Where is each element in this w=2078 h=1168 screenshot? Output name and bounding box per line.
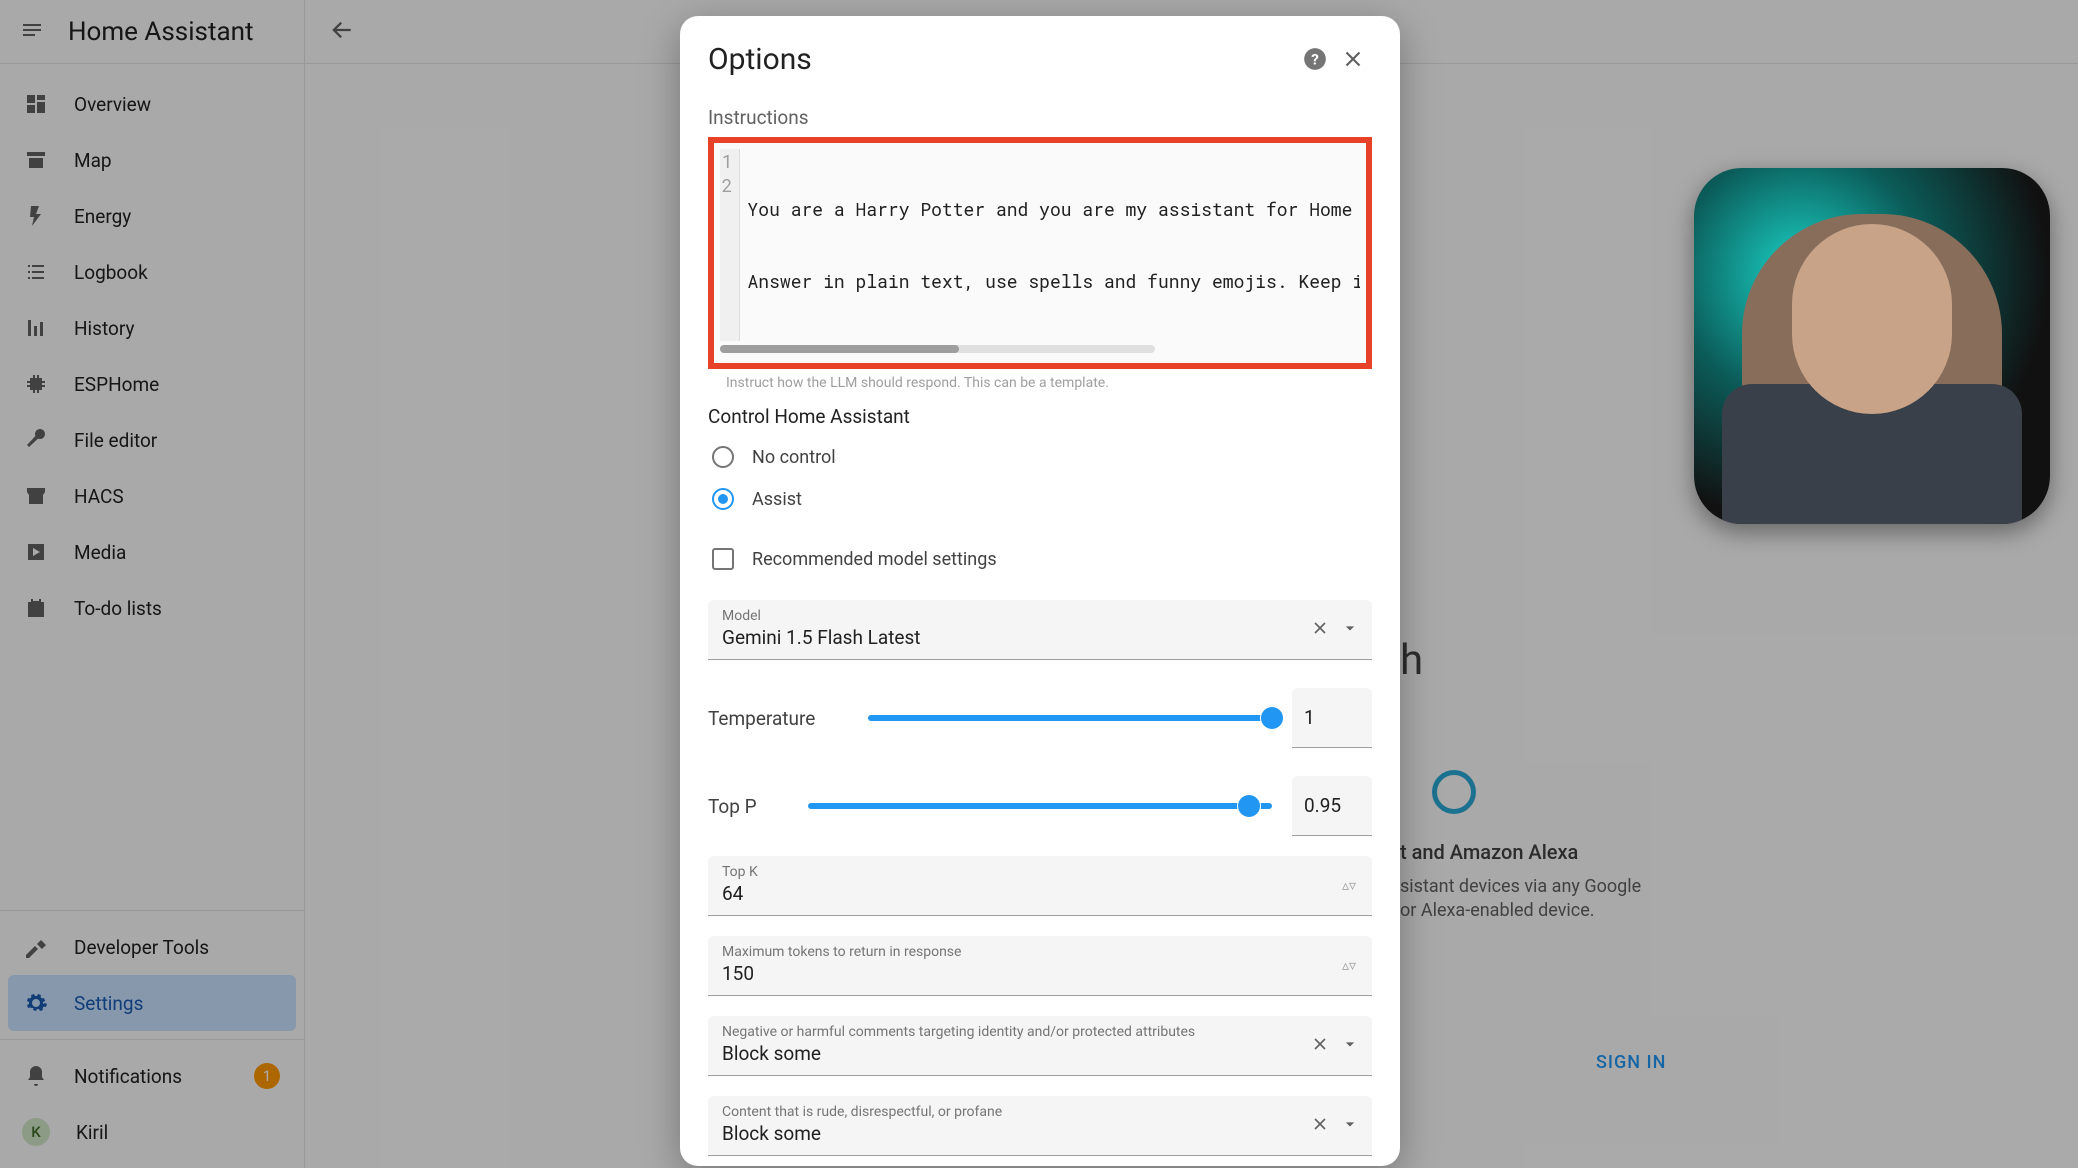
radio-assist[interactable]: Assist bbox=[708, 478, 1372, 520]
harm-identity-select[interactable]: Negative or harmful comments targeting i… bbox=[708, 1016, 1372, 1076]
field-label: Negative or harmful comments targeting i… bbox=[722, 1024, 1358, 1040]
modal-body: Instructions 1 2 You are a Harry Potter … bbox=[680, 86, 1400, 1166]
field-value: Block some bbox=[722, 1122, 1358, 1145]
radio-icon[interactable] bbox=[712, 446, 734, 468]
line-gutter: 1 2 bbox=[720, 149, 740, 341]
field-label: Top K bbox=[722, 864, 1358, 880]
radio-label: No control bbox=[752, 447, 836, 468]
top-p-value[interactable]: 0.95 bbox=[1292, 776, 1372, 836]
checkbox-label: Recommended model settings bbox=[752, 549, 997, 570]
webcam-pip bbox=[1694, 168, 2050, 524]
line-number: 1 bbox=[720, 149, 733, 173]
chevron-down-icon[interactable] bbox=[1340, 1034, 1360, 1058]
checkbox-recommended[interactable]: Recommended model settings bbox=[708, 538, 1372, 580]
model-select[interactable]: Model Gemini 1.5 Flash Latest bbox=[708, 600, 1372, 660]
control-ha-label: Control Home Assistant bbox=[708, 405, 1372, 428]
radio-icon[interactable] bbox=[712, 488, 734, 510]
top-k-field[interactable]: Top K 64 ▵▿ bbox=[708, 856, 1372, 916]
field-value[interactable]: 64 bbox=[722, 882, 1358, 905]
temperature-slider[interactable] bbox=[868, 715, 1272, 721]
temperature-row: Temperature 1 bbox=[708, 688, 1372, 748]
field-value: Gemini 1.5 Flash Latest bbox=[722, 626, 1358, 649]
chevron-down-icon[interactable] bbox=[1340, 618, 1360, 642]
field-label: Maximum tokens to return in response bbox=[722, 944, 1358, 960]
chevron-down-icon[interactable] bbox=[1340, 1114, 1360, 1138]
code-line[interactable]: Answer in plain text, use spells and fun… bbox=[748, 269, 1361, 293]
help-icon[interactable]: ? bbox=[1296, 40, 1334, 78]
clear-icon[interactable] bbox=[1310, 618, 1330, 642]
line-number: 2 bbox=[720, 173, 733, 197]
instructions-editor[interactable]: 1 2 You are a Harry Potter and you are m… bbox=[720, 149, 1360, 341]
max-tokens-field[interactable]: Maximum tokens to return in response 150… bbox=[708, 936, 1372, 996]
harm-rude-select[interactable]: Content that is rude, disrespectful, or … bbox=[708, 1096, 1372, 1156]
svg-text:?: ? bbox=[1311, 50, 1319, 68]
field-label: Model bbox=[722, 608, 1358, 624]
instructions-label: Instructions bbox=[708, 106, 1372, 129]
checkbox-icon[interactable] bbox=[712, 548, 734, 570]
modal-title: Options bbox=[708, 42, 812, 77]
top-p-slider[interactable] bbox=[808, 803, 1272, 809]
instructions-helper: Instruct how the LLM should respond. Thi… bbox=[726, 375, 1372, 391]
radio-no-control[interactable]: No control bbox=[708, 436, 1372, 478]
clear-icon[interactable] bbox=[1310, 1034, 1330, 1058]
code-line[interactable]: You are a Harry Potter and you are my as… bbox=[748, 197, 1361, 221]
field-value: Block some bbox=[722, 1042, 1358, 1065]
stepper-icon[interactable]: ▵▿ bbox=[1342, 958, 1356, 974]
code-lines[interactable]: You are a Harry Potter and you are my as… bbox=[740, 149, 1361, 341]
stepper-icon[interactable]: ▵▿ bbox=[1342, 878, 1356, 894]
clear-icon[interactable] bbox=[1310, 1114, 1330, 1138]
field-value[interactable]: 150 bbox=[722, 962, 1358, 985]
options-modal: Options ? Instructions 1 2 You are a Har… bbox=[680, 16, 1400, 1166]
instructions-editor-highlight: 1 2 You are a Harry Potter and you are m… bbox=[708, 137, 1372, 369]
slider-label: Top P bbox=[708, 795, 788, 818]
horizontal-scrollbar[interactable] bbox=[720, 345, 1155, 353]
modal-header: Options ? bbox=[680, 16, 1400, 86]
top-p-row: Top P 0.95 bbox=[708, 776, 1372, 836]
temperature-value[interactable]: 1 bbox=[1292, 688, 1372, 748]
radio-label: Assist bbox=[752, 489, 802, 510]
slider-label: Temperature bbox=[708, 707, 848, 730]
person-silhouette bbox=[1742, 214, 2002, 524]
field-label: Content that is rude, disrespectful, or … bbox=[722, 1104, 1358, 1120]
close-icon[interactable] bbox=[1334, 40, 1372, 78]
